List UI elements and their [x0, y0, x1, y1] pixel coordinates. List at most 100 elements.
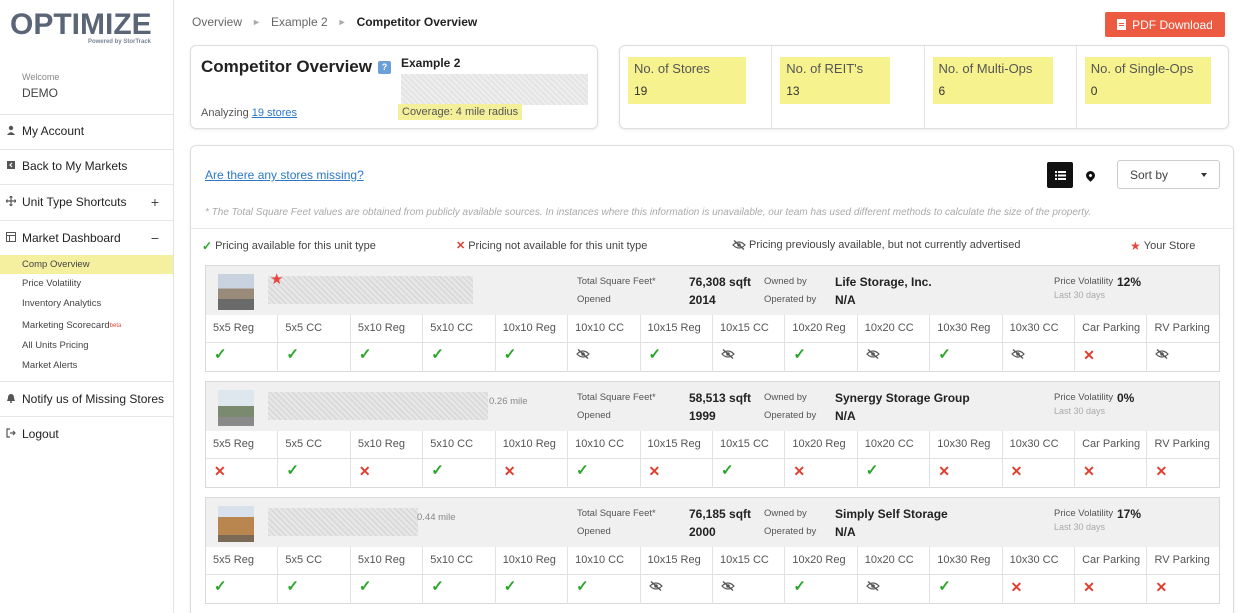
unit-type-cell[interactable]: 10x30 CC ✕ [1002, 431, 1076, 488]
unit-type-cell[interactable]: 10x30 Reg ✕ [930, 431, 1003, 488]
unit-type-cell[interactable]: 10x20 CC [857, 315, 931, 372]
unit-type-cell[interactable]: RV Parking ✕ [1147, 547, 1219, 604]
unit-type-cell[interactable]: 5x10 CC ✓ [423, 547, 496, 604]
collapse-icon[interactable]: − [151, 230, 159, 246]
expand-icon[interactable]: + [151, 194, 159, 210]
unit-type-cell[interactable]: 10x10 Reg ✓ [495, 547, 569, 604]
store-card[interactable]: 0.44 mile Total Square Feet* Opened 76,185 … [205, 497, 1220, 604]
store-photo[interactable] [218, 506, 254, 542]
sidebar-item-logout[interactable]: Logout [0, 424, 173, 444]
sidebar-item-unit-type-shortcuts[interactable]: Unit Type Shortcuts + [0, 192, 173, 212]
unit-type-cell[interactable]: 5x5 Reg ✓ [206, 315, 279, 372]
store-card[interactable]: 0.26 mile Total Square Feet* Opened 58,513 … [205, 381, 1220, 488]
divider [0, 184, 173, 185]
sort-by-select[interactable]: Sort by [1117, 160, 1220, 189]
sidebar-subitem-price-volatility[interactable]: Price Volatility [0, 274, 173, 293]
unit-type-cell[interactable]: 10x10 Reg ✕ [495, 431, 569, 488]
list-view-button[interactable] [1047, 162, 1073, 188]
store-photo[interactable] [218, 390, 254, 426]
store-card[interactable]: ★ Total Square Feet* Opened 76,308 sqft 2014… [205, 265, 1220, 372]
divider [1147, 458, 1219, 459]
sidebar-subitem-marketing-scorecard[interactable]: Marketing Scorecard beta [0, 316, 173, 335]
unit-type-cell[interactable]: 5x10 CC ✓ [423, 315, 496, 372]
unit-type-cell[interactable]: Car Parking ✕ [1075, 431, 1148, 488]
unit-type-cell[interactable]: 10x10 CC [568, 315, 641, 372]
cross-icon: ✕ [648, 463, 661, 479]
map-view-button[interactable] [1079, 162, 1101, 188]
opened-value: 1999 [689, 409, 716, 423]
unit-type-cell[interactable]: RV Parking [1147, 315, 1219, 372]
stat-value: 0 [1090, 84, 1098, 98]
stores-count-link[interactable]: 19 stores [252, 107, 297, 119]
unit-type-cell[interactable]: RV Parking ✕ [1147, 431, 1219, 488]
store-photo[interactable] [218, 274, 254, 310]
unit-type-cell[interactable]: 5x5 CC ✓ [278, 547, 351, 604]
unit-type-label: 10x30 Reg [937, 438, 991, 450]
breadcrumb-market[interactable]: Example 2 [271, 15, 328, 29]
unit-type-cell[interactable]: 10x15 Reg ✕ [640, 431, 713, 488]
unit-type-label: 10x15 Reg [647, 438, 701, 450]
divider [278, 342, 350, 343]
check-icon: ✓ [720, 462, 734, 479]
check-icon: ✓ [938, 578, 951, 595]
unit-type-cell[interactable]: 5x10 Reg ✓ [350, 547, 424, 604]
opened-label: Opened [577, 410, 611, 421]
unit-type-cell[interactable]: 10x15 Reg [640, 547, 713, 604]
unit-type-cell[interactable]: 10x20 CC [857, 547, 931, 604]
optimize-logo[interactable]: OPTIMIZE Powered by StorTrack [10, 8, 155, 50]
check-icon: ✓ [214, 578, 227, 595]
sidebar-subitem-market-alerts[interactable]: Market Alerts [0, 356, 173, 375]
unit-type-cell[interactable]: 10x20 Reg ✓ [785, 547, 858, 604]
check-icon: ✓ [358, 346, 372, 363]
pdf-download-button[interactable]: PDF Download [1105, 12, 1225, 37]
unit-type-cell[interactable]: 10x20 CC ✓ [857, 431, 931, 488]
unit-type-cell[interactable]: Car Parking ✕ [1075, 547, 1148, 604]
unit-type-cell[interactable]: 10x15 CC [712, 315, 786, 372]
unit-type-cell[interactable]: 10x30 Reg ✓ [930, 547, 1003, 604]
unit-type-cell[interactable]: 10x30 Reg ✓ [930, 315, 1003, 372]
unit-type-cell[interactable]: 5x5 CC ✓ [278, 315, 351, 372]
sidebar-subitem-all-units-pricing[interactable]: All Units Pricing [0, 336, 173, 355]
sidebar-subitem-inventory-analytics[interactable]: Inventory Analytics [0, 294, 173, 313]
map-pin-icon [1083, 168, 1097, 182]
unit-type-cell[interactable]: 10x15 CC [712, 547, 786, 604]
help-icon[interactable]: ? [378, 60, 391, 74]
divider [857, 574, 930, 575]
operated-by-label: Operated by [764, 410, 817, 421]
unit-type-cell[interactable]: 10x15 Reg ✓ [640, 315, 713, 372]
unit-type-cell[interactable]: Car Parking ✕ [1075, 315, 1148, 372]
back-icon [0, 160, 22, 173]
unit-type-cell[interactable]: 10x30 CC ✕ [1002, 547, 1076, 604]
unit-type-cell[interactable]: 5x5 CC ✓ [278, 431, 351, 488]
unit-type-cell[interactable]: 5x5 Reg ✓ [206, 547, 279, 604]
unit-type-cell[interactable]: 10x20 Reg ✓ [785, 315, 858, 372]
divider [350, 574, 423, 575]
unit-type-label: 10x20 CC [864, 438, 914, 450]
total-sqft-value: 58,513 sqft [689, 391, 752, 405]
cross-icon: ✕ [1083, 347, 1095, 363]
missing-stores-link[interactable]: Are there any stores missing? [205, 168, 364, 182]
unit-type-cell[interactable]: 10x20 Reg ✕ [785, 431, 858, 488]
unit-type-cell[interactable]: 10x10 CC ✓ [568, 547, 641, 604]
unit-type-cell[interactable]: 5x10 Reg ✓ [350, 315, 424, 372]
sidebar-item-back-to-markets[interactable]: Back to My Markets [0, 156, 173, 176]
total-sqft-label: Total Square Feet* [577, 508, 656, 519]
sidebar-subitem-comp-overview[interactable]: Comp Overview [0, 255, 173, 274]
unit-type-cell[interactable]: 10x10 Reg ✓ [495, 315, 569, 372]
breadcrumb-overview[interactable]: Overview [192, 15, 242, 29]
unit-type-cell[interactable]: 5x10 Reg ✕ [350, 431, 424, 488]
sidebar-item-label: My Account [22, 124, 85, 138]
sidebar-item-market-dashboard[interactable]: Market Dashboard − [0, 228, 173, 248]
check-icon: ✓ [938, 346, 951, 363]
sidebar-item-notify-missing-stores[interactable]: Notify us of Missing Stores [0, 389, 173, 409]
unit-type-cell[interactable]: 5x10 CC ✓ [423, 431, 496, 488]
unit-type-cell[interactable]: 10x30 CC [1002, 315, 1076, 372]
unit-type-cell[interactable]: 5x5 Reg ✕ [206, 431, 279, 488]
unit-type-label: Car Parking [1082, 554, 1141, 566]
sidebar-item-my-account[interactable]: My Account [0, 121, 173, 141]
unit-type-cell[interactable]: 10x10 CC ✓ [568, 431, 641, 488]
unit-type-cell[interactable]: 10x15 CC ✓ [712, 431, 786, 488]
analyzing-prefix: Analyzing [201, 107, 249, 119]
owned-by-value: Synergy Storage Group [835, 391, 970, 405]
unit-type-label: 5x10 CC [430, 554, 474, 566]
